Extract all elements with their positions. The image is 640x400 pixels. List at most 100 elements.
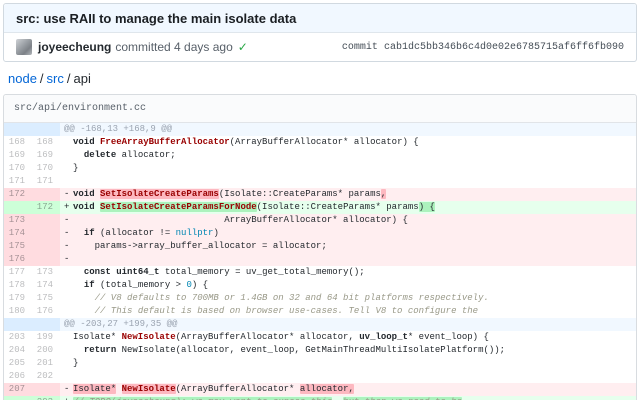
code-token: delete: [84, 150, 116, 160]
diff-sign: -: [64, 214, 73, 227]
new-line-number[interactable]: [32, 227, 60, 240]
new-line-number[interactable]: [32, 188, 60, 201]
breadcrumb-item-node[interactable]: node: [8, 71, 37, 86]
diff-row: 168168 void FreeArrayBufferAllocator(Arr…: [4, 136, 636, 149]
diff-hunk-row: @@ -168,13 +168,9 @@: [4, 123, 636, 136]
new-line-number[interactable]: 175: [32, 292, 60, 305]
author-link[interactable]: joyeecheung: [38, 40, 111, 54]
code-token: }: [73, 163, 78, 173]
new-line-number: [32, 318, 60, 331]
old-line-number[interactable]: 177: [4, 266, 32, 279]
code-line: - params->array_buffer_allocator = alloc…: [60, 240, 636, 253]
diff-row: 207-Isolate* NewIsolate(ArrayBufferAlloc…: [4, 383, 636, 396]
code-line: }: [60, 357, 636, 370]
new-line-number[interactable]: 171: [32, 175, 60, 188]
old-line-number[interactable]: [4, 201, 32, 214]
new-line-number[interactable]: 199: [32, 331, 60, 344]
new-line-number[interactable]: [32, 383, 60, 396]
code-token: [73, 280, 84, 290]
diff-row: 203199 Isolate* NewIsolate(ArrayBufferAl…: [4, 331, 636, 344]
old-line-number[interactable]: 168: [4, 136, 32, 149]
diff-sign: +: [64, 396, 73, 400]
code-line: void FreeArrayBufferAllocator(ArrayBuffe…: [60, 136, 636, 149]
diff-row: 205201 }: [4, 357, 636, 370]
old-line-number[interactable]: 171: [4, 175, 32, 188]
code-token: SetIsolateCreateParams: [100, 189, 219, 199]
new-line-number[interactable]: [32, 253, 60, 266]
new-line-number[interactable]: 173: [32, 266, 60, 279]
old-line-number[interactable]: 207: [4, 383, 32, 396]
diff-hunk-row: @@ -203,27 +199,35 @@: [4, 318, 636, 331]
avatar[interactable]: [16, 39, 32, 55]
commit-meta-bar: joyeecheung committed 4 days ago ✓ commi…: [4, 32, 636, 61]
code-token: uint64_t: [116, 267, 159, 277]
diff-row: 204200 return NewIsolate(allocator, even…: [4, 344, 636, 357]
diff-sign: [64, 331, 73, 344]
old-line-number[interactable]: 173: [4, 214, 32, 227]
diff-row: 171171: [4, 175, 636, 188]
hunk-header-text: @@ -168,13 +168,9 @@: [60, 123, 636, 136]
code-line: delete allocator;: [60, 149, 636, 162]
code-token: (ArrayBufferAllocator* allocator) {: [230, 137, 419, 147]
new-line-number[interactable]: 174: [32, 279, 60, 292]
breadcrumb-item-src[interactable]: src: [47, 71, 64, 86]
old-line-number[interactable]: [4, 396, 32, 400]
code-token: [73, 228, 84, 238]
code-token: [73, 150, 84, 160]
old-line-number[interactable]: 203: [4, 331, 32, 344]
diff-sign: [64, 344, 73, 357]
code-token: total_memory = uv_get_total_memory();: [159, 267, 364, 277]
old-line-number[interactable]: 178: [4, 279, 32, 292]
code-token: allocator;: [116, 150, 175, 160]
old-line-number[interactable]: 172: [4, 188, 32, 201]
commit-hash-value: cab1dc5bb346b6c4d0e02e6785715af6ff6fb090: [384, 42, 624, 53]
diff-sign: -: [64, 240, 73, 253]
new-line-number[interactable]: 168: [32, 136, 60, 149]
old-line-number[interactable]: 206: [4, 370, 32, 383]
new-line-number[interactable]: 172: [32, 201, 60, 214]
diff-row: 177173 const uint64_t total_memory = uv_…: [4, 266, 636, 279]
old-line-number[interactable]: 170: [4, 162, 32, 175]
code-line: +// TODO(joyeecheung): we may want to ex…: [60, 396, 636, 400]
old-line-number[interactable]: 180: [4, 305, 32, 318]
old-line-number[interactable]: 174: [4, 227, 32, 240]
diff-row: 180176 // This default is based on brows…: [4, 305, 636, 318]
new-line-number[interactable]: 176: [32, 305, 60, 318]
old-line-number[interactable]: 169: [4, 149, 32, 162]
check-icon[interactable]: ✓: [238, 40, 248, 54]
diff-sign: [64, 357, 73, 370]
code-token: return: [84, 345, 116, 355]
new-line-number[interactable]: 202: [32, 370, 60, 383]
commit-title: src: use RAII to manage the main isolate…: [4, 4, 636, 32]
new-line-number[interactable]: [32, 214, 60, 227]
old-line-number[interactable]: 205: [4, 357, 32, 370]
code-token: void: [73, 137, 95, 147]
old-line-number[interactable]: 175: [4, 240, 32, 253]
old-line-number[interactable]: 176: [4, 253, 32, 266]
new-line-number[interactable]: [32, 240, 60, 253]
old-line-number: [4, 123, 32, 136]
code-token: [73, 267, 84, 277]
code-line: // V8 defaults to 700MB or 1.4GB on 32 a…: [60, 292, 636, 305]
code-token: FreeArrayBufferAllocator: [100, 137, 230, 147]
diff-sign: +: [64, 201, 73, 214]
code-token: allocator,: [300, 384, 354, 394]
new-line-number[interactable]: 200: [32, 344, 60, 357]
diff-row: 172-void SetIsolateCreateParams(Isolate:…: [4, 188, 636, 201]
diff-sign: [64, 279, 73, 292]
diff-row: 169169 delete allocator;: [4, 149, 636, 162]
old-line-number[interactable]: 204: [4, 344, 32, 357]
new-line-number[interactable]: 169: [32, 149, 60, 162]
code-token: (Isolate::CreateParams* params: [219, 189, 381, 199]
new-line-number[interactable]: 201: [32, 357, 60, 370]
code-token: ) {: [192, 280, 208, 290]
new-line-number[interactable]: 203: [32, 396, 60, 400]
code-token: // This default is based on browser use-…: [95, 306, 478, 316]
diff-sign: [64, 162, 73, 175]
code-token: (ArrayBufferAllocator* allocator,: [176, 332, 360, 342]
breadcrumb-separator: /: [37, 71, 47, 86]
old-line-number[interactable]: 179: [4, 292, 32, 305]
file-path: src/api/environment.cc: [4, 95, 636, 123]
code-token: // V8 defaults to 700MB or 1.4GB on 32 a…: [95, 293, 489, 303]
new-line-number[interactable]: 170: [32, 162, 60, 175]
